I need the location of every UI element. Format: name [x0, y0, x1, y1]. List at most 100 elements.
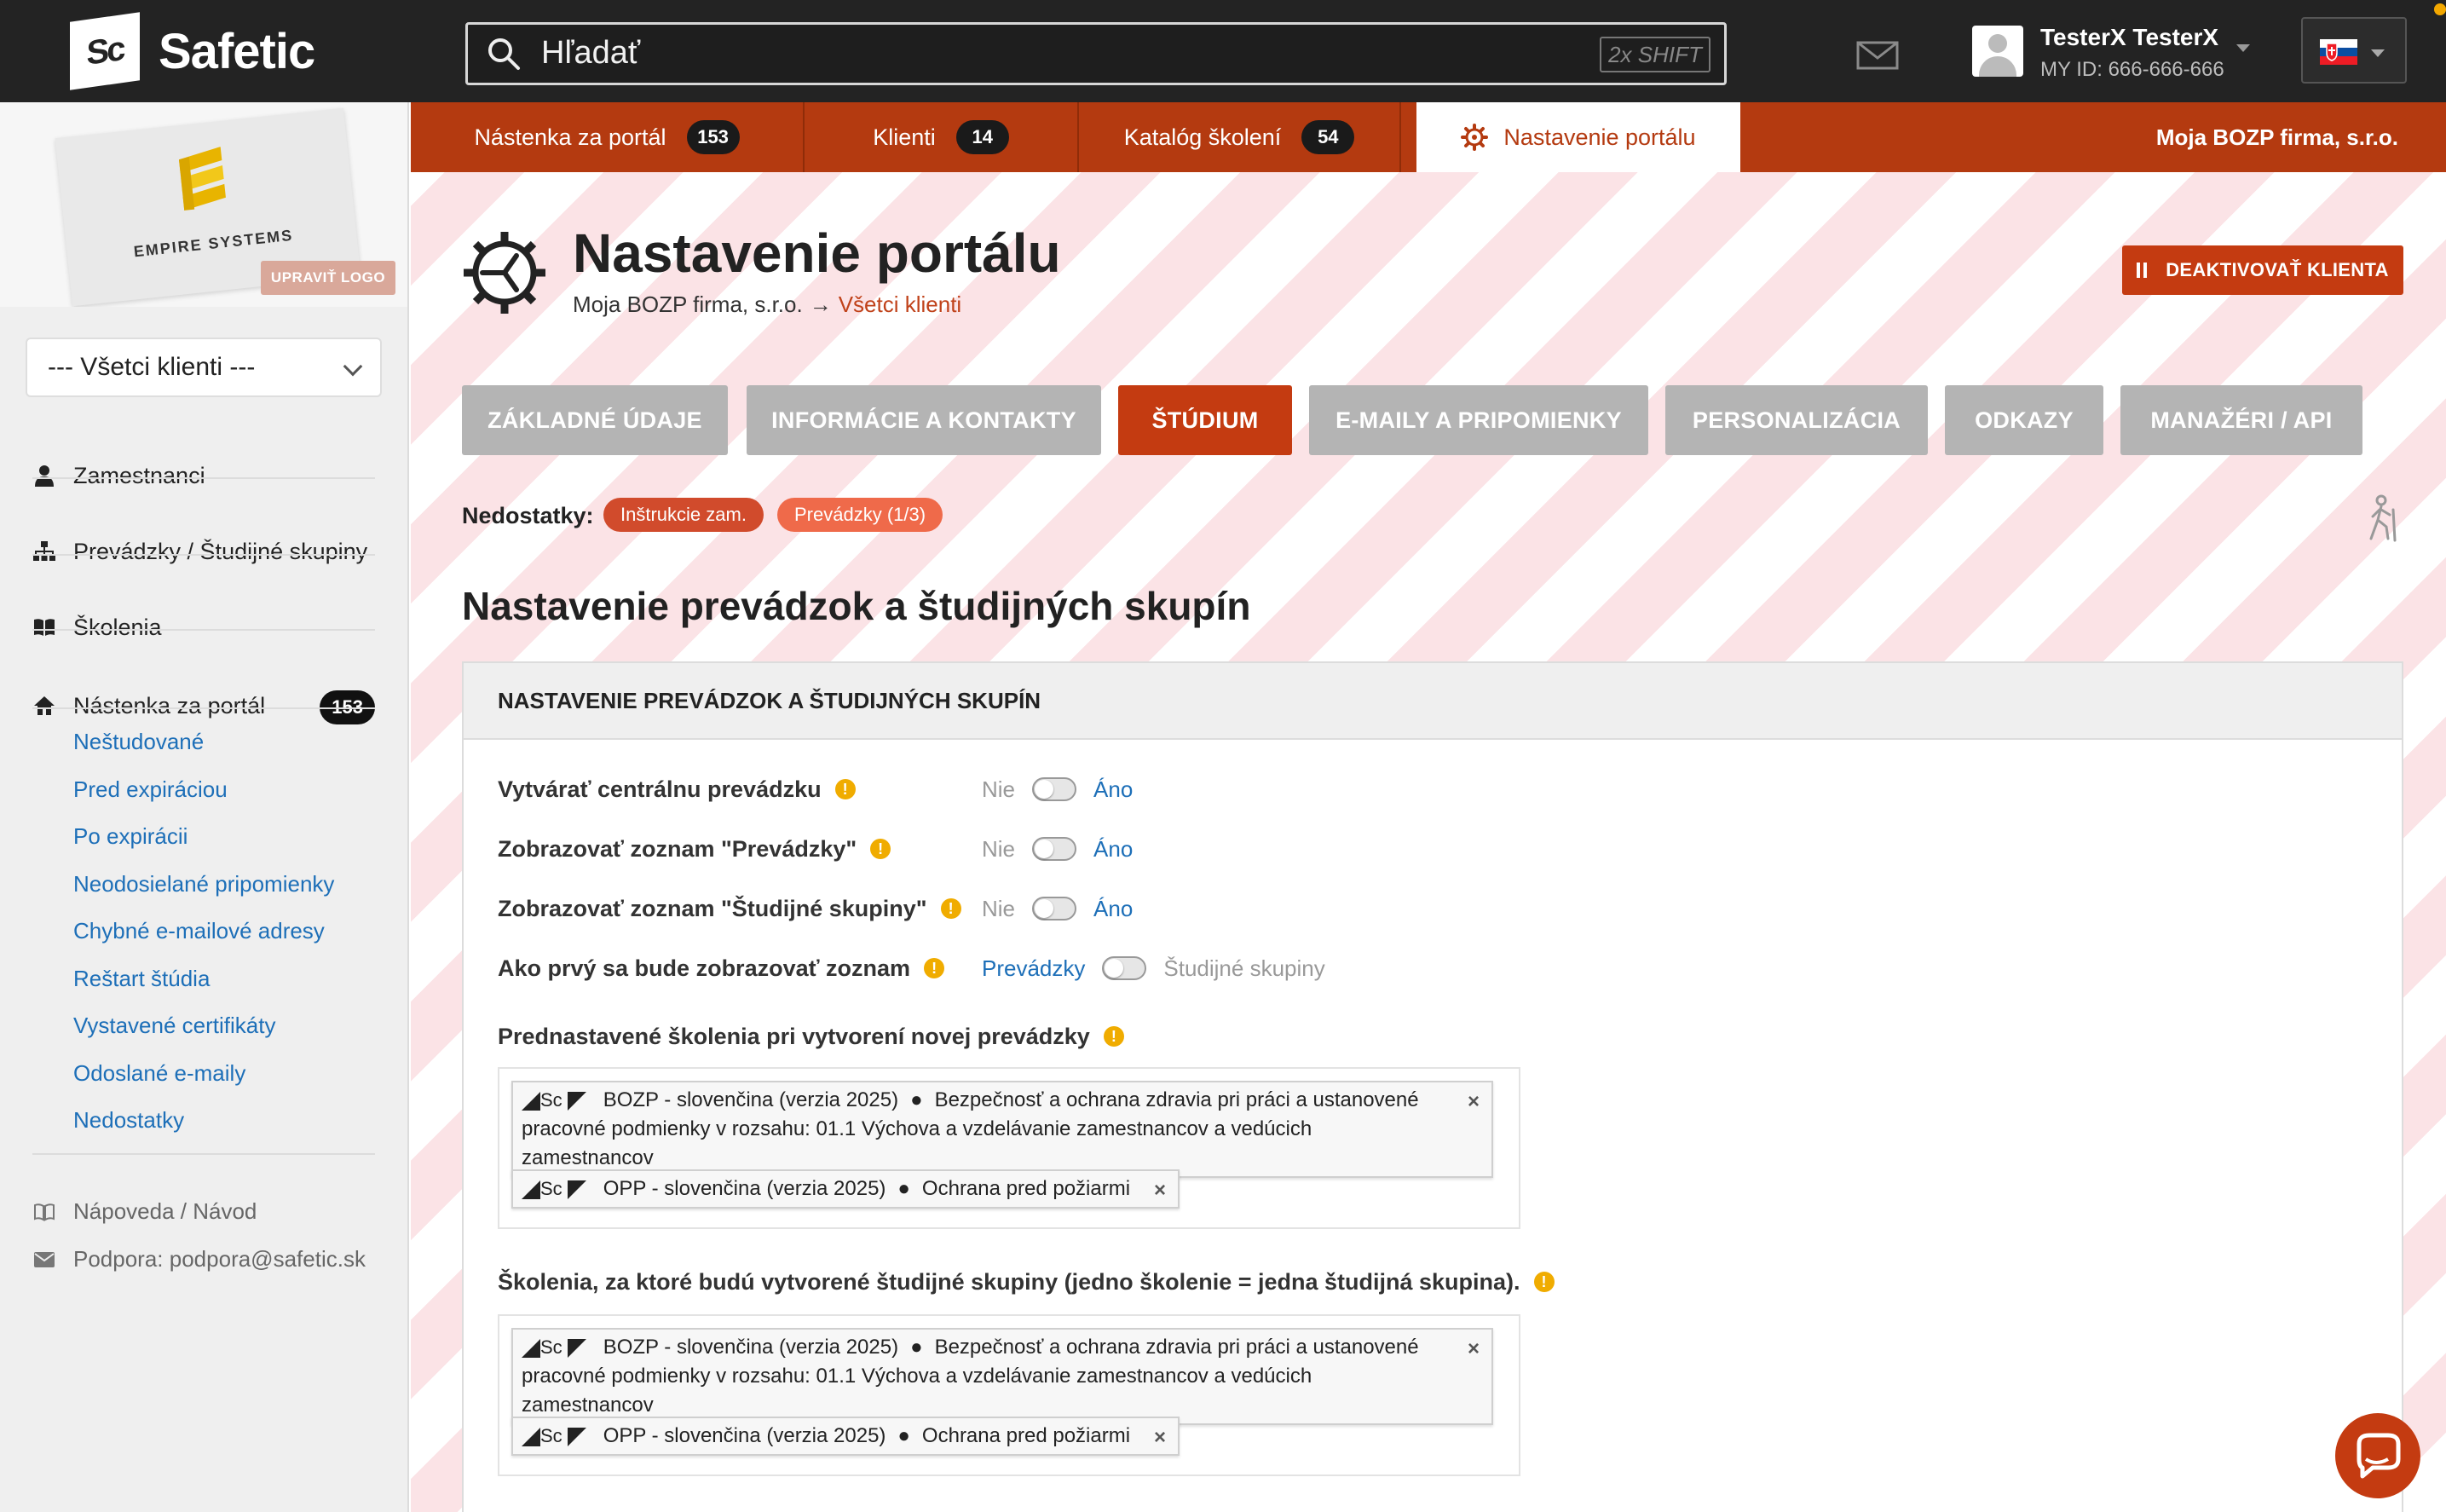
section-title: Nastavenie prevádzok a študijných skupín	[462, 584, 1251, 628]
user-menu[interactable]: TesterX TesterX MY ID: 666-666-666	[1972, 22, 2224, 85]
toggle-left-label: Prevádzky	[982, 955, 1086, 981]
close-icon[interactable]: ×	[1154, 1423, 1166, 1452]
warning-icon[interactable]: !	[1103, 1026, 1124, 1047]
help-link[interactable]: Nápoveda / Návod	[32, 1198, 257, 1225]
chat-icon	[2357, 1433, 2401, 1479]
tab-catalog[interactable]: Katalóg školení 54	[1079, 102, 1401, 172]
toggle-show-workplaces[interactable]: Nie Áno	[982, 832, 1133, 866]
chat-button[interactable]	[2335, 1413, 2420, 1498]
count-badge: 14	[955, 120, 1009, 154]
envelope-icon	[34, 1251, 55, 1267]
language-select[interactable]	[2301, 17, 2407, 84]
preset-trainings-input[interactable]: Sc BOZP - slovenčina (verzia 2025) ● Bezpe…	[498, 1067, 1520, 1229]
subnav-item[interactable]: Po expirácii	[73, 823, 187, 850]
person-icon	[35, 465, 54, 487]
mail-icon[interactable]	[1856, 41, 1899, 70]
toggle-switch[interactable]	[1032, 837, 1077, 861]
divider	[32, 629, 375, 631]
subnav-item[interactable]: Odoslané e-maily	[73, 1060, 245, 1087]
toggle-off-label: Nie	[982, 895, 1016, 921]
breadcrumb: Moja BOZP firma, s.r.o. → Všetci klienti	[573, 291, 961, 318]
subtab-contacts[interactable]: INFORMÁCIE A KONTAKTY	[747, 385, 1101, 455]
setting-row-show-workplaces: Zobrazovať zoznam "Prevádzky" !	[498, 832, 891, 866]
top-tabs: Nástenka za portál 153 Klienti 14 Kataló…	[411, 102, 2446, 172]
study-groups-input[interactable]: Sc BOZP - slovenčina (verzia 2025) ● Bezpe…	[498, 1314, 1520, 1476]
tab-dashboard[interactable]: Nástenka za portál 153	[411, 102, 805, 172]
client-logo-area: EMPIRE SYSTEMS UPRAVIŤ LOGO	[0, 102, 407, 307]
subnav-item[interactable]: Pred expiráciou	[73, 776, 228, 803]
breadcrumb-link[interactable]: Všetci klienti	[839, 291, 962, 317]
chevron-down-icon[interactable]	[2236, 44, 2250, 52]
subtab-basic-info[interactable]: ZÁKLADNÉ ÚDAJE	[462, 385, 728, 455]
tab-portal-settings[interactable]: Nastavenie portálu	[1416, 102, 1740, 172]
client-select[interactable]: --- Všetci klienti ---	[26, 338, 382, 397]
toggle-switch[interactable]	[1102, 956, 1147, 980]
warning-icon[interactable]: !	[870, 839, 891, 859]
close-icon[interactable]: ×	[1154, 1176, 1166, 1205]
warning-icon[interactable]: !	[940, 898, 961, 919]
toggle-on-label: Áno	[1093, 895, 1134, 921]
tab-label: Nástenka za portál	[474, 124, 666, 150]
hiker-icon[interactable]	[2362, 494, 2403, 542]
edit-logo-button[interactable]: UPRAVIŤ LOGO	[261, 261, 395, 295]
main-content: Nástenka za portál 153 Klienti 14 Kataló…	[411, 102, 2446, 1512]
app-logo[interactable]: Sc Safetic	[70, 12, 315, 90]
user-name: TesterX TesterX	[2040, 24, 2219, 50]
search-bar[interactable]: Hľadať 2x SHIFT	[465, 22, 1727, 85]
deactivate-client-button[interactable]: DEAKTIVOVAŤ KLIENTA	[2122, 245, 2403, 295]
preset-trainings-label-row: Prednastavené školenia pri vytvorení nov…	[498, 1019, 1124, 1053]
toggle-show-study-groups[interactable]: Nie Áno	[982, 892, 1133, 926]
notification-dot	[2434, 3, 2446, 15]
subnav-item[interactable]: Chybné e-mailové adresy	[73, 918, 325, 944]
divider	[32, 477, 375, 479]
defect-badge[interactable]: Inštrukcie zam.	[603, 498, 764, 532]
support-label: Podpora:	[73, 1246, 164, 1272]
sidebar-item-employees[interactable]: Zamestnanci	[32, 438, 375, 513]
warning-icon[interactable]: !	[834, 779, 856, 799]
sidebar-item-workplaces[interactable]: Prevádzky / Študijné skupiny	[32, 514, 375, 589]
toggle-off-label: Nie	[982, 835, 1016, 862]
gear-icon	[464, 232, 545, 314]
company-name: Moja BOZP firma, s.r.o.	[2155, 124, 2398, 150]
slovak-flag-icon	[2320, 39, 2357, 65]
warning-icon[interactable]: !	[924, 958, 945, 978]
setting-label: Ako prvý sa bude zobrazovať zoznam	[498, 955, 911, 981]
defect-badge[interactable]: Prevádzky (1/3)	[777, 498, 943, 532]
support-email[interactable]: podpora@safetic.sk	[170, 1246, 366, 1273]
page-title: Nastavenie portálu	[573, 222, 1061, 284]
support-link[interactable]: Podpora: podpora@safetic.sk	[32, 1246, 366, 1273]
chevron-down-icon	[343, 356, 363, 377]
close-icon[interactable]: ×	[1468, 1088, 1480, 1117]
toggle-central-workplace[interactable]: Nie Áno	[982, 772, 1133, 806]
subnav-item[interactable]: Neštudované	[73, 729, 204, 755]
sidebar-item-trainings[interactable]: Školenia	[32, 590, 375, 665]
close-icon[interactable]: ×	[1468, 1335, 1480, 1364]
warning-icon[interactable]: !	[1533, 1272, 1555, 1292]
training-tag-course: BOZP - slovenčina (verzia 2025)	[603, 1336, 899, 1359]
tab-clients[interactable]: Klienti 14	[805, 102, 1079, 172]
subnav-item[interactable]: Nedostatky	[73, 1107, 184, 1134]
help-label: Nápoveda / Návod	[73, 1198, 257, 1224]
training-tag-description: Ochrana pred požiarmi	[921, 1424, 1131, 1447]
subnav-item[interactable]: Vystavené certifikáty	[73, 1013, 275, 1039]
subtab-links[interactable]: ODKAZY	[1945, 385, 2103, 455]
toggle-first-list[interactable]: Prevádzky Študijné skupiny	[982, 951, 1325, 985]
toggle-switch[interactable]	[1032, 777, 1077, 801]
subtab-study[interactable]: ŠTÚDIUM	[1118, 385, 1292, 455]
setting-label: Zobrazovať zoznam "Prevádzky"	[498, 835, 857, 862]
sitemap-icon	[33, 541, 55, 561]
setting-row-central-workplace: Vytvárať centrálnu prevádzku !	[498, 772, 856, 806]
subtab-managers-api[interactable]: MANAŽÉRI / API	[2120, 385, 2362, 455]
tab-label: Klienti	[873, 124, 936, 150]
search-input[interactable]: Hľadať	[541, 35, 640, 72]
gear-icon	[1461, 124, 1489, 151]
subnav-item[interactable]: Reštart štúdia	[73, 966, 210, 992]
subtab-personalization[interactable]: PERSONALIZÁCIA	[1665, 385, 1928, 455]
toggle-switch[interactable]	[1032, 897, 1077, 920]
subtab-emails[interactable]: E-MAILY A PRIPOMIENKY	[1309, 385, 1648, 455]
sidebar-item-label: Prevádzky / Študijné skupiny	[73, 538, 368, 564]
sidebar: EMPIRE SYSTEMS UPRAVIŤ LOGO --- Všetci k…	[0, 102, 409, 1512]
top-bar: Sc Safetic Hľadať 2x SHIFT TesterX Teste…	[0, 0, 2446, 102]
subnav-item[interactable]: Neodosielané pripomienky	[73, 871, 334, 897]
training-tag: Sc BOZP - slovenčina (verzia 2025) ● Bezpe…	[511, 1328, 1493, 1425]
